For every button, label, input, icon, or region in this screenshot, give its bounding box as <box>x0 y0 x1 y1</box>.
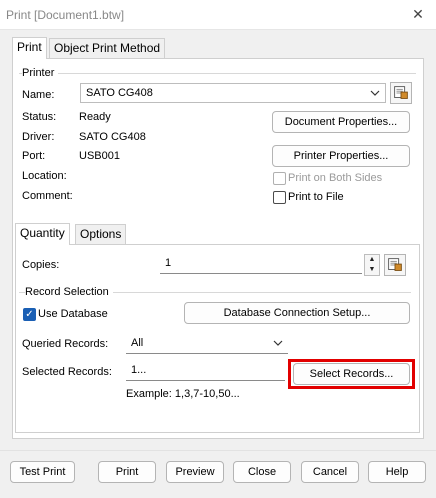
copies-label: Copies: <box>22 259 60 271</box>
test-print-button[interactable]: Test Print <box>10 461 75 483</box>
help-button[interactable]: Help <box>368 461 426 483</box>
tab-object-print-method[interactable]: Object Print Method <box>49 38 166 58</box>
tab-options[interactable]: Options <box>75 224 127 244</box>
printer-settings-icon[interactable] <box>390 82 412 104</box>
database-connection-setup-button[interactable]: Database Connection Setup... <box>184 302 410 324</box>
copies-spinner[interactable]: ▲ ▼ <box>364 254 380 276</box>
select-records-button[interactable]: Select Records... <box>293 363 410 385</box>
cancel-button[interactable]: Cancel <box>301 461 359 483</box>
port-label: Port: <box>22 150 46 162</box>
printer-properties-icon <box>394 86 408 99</box>
selected-records-label: Selected Records: <box>22 366 112 378</box>
spin-down-icon[interactable]: ▼ <box>365 265 379 275</box>
name-label: Name: <box>22 89 55 101</box>
status-label: Status: <box>22 111 57 123</box>
printer-group-title: Printer <box>22 67 59 79</box>
spin-up-icon[interactable]: ▲ <box>365 255 379 265</box>
tab-print[interactable]: Print <box>12 37 47 59</box>
comment-label: Comment: <box>22 190 73 202</box>
printer-group-line <box>19 73 416 74</box>
record-selection-title: Record Selection <box>25 286 113 298</box>
printer-name-select[interactable]: SATO CG408 <box>80 83 386 103</box>
quantity-properties-icon <box>388 258 402 271</box>
queried-records-label: Queried Records: <box>22 338 109 350</box>
driver-value: SATO CG408 <box>79 131 146 143</box>
preview-button[interactable]: Preview <box>166 461 224 483</box>
printer-name-value: SATO CG408 <box>86 87 153 99</box>
close-button[interactable]: Close <box>233 461 291 483</box>
use-database-checkbox[interactable]: ✓ <box>23 308 36 321</box>
selected-records-input[interactable]: 1... <box>126 361 285 381</box>
copies-input[interactable]: 1 <box>160 254 362 274</box>
queried-records-select[interactable]: All <box>126 334 288 354</box>
footer-separator <box>0 450 436 451</box>
example-hint: Example: 1,3,7-10,50... <box>126 388 240 400</box>
port-value: USB001 <box>79 150 120 162</box>
location-label: Location: <box>22 170 67 182</box>
chevron-down-icon <box>370 90 380 96</box>
close-icon[interactable]: ✕ <box>405 3 431 25</box>
use-database-label: Use Database <box>38 308 108 320</box>
driver-label: Driver: <box>22 131 55 143</box>
queried-records-value: All <box>131 337 144 349</box>
print-to-file-checkbox[interactable] <box>273 191 286 204</box>
print-both-sides-checkbox[interactable] <box>273 172 286 185</box>
document-properties-button[interactable]: Document Properties... <box>272 111 410 133</box>
printer-properties-button[interactable]: Printer Properties... <box>272 145 410 167</box>
print-to-file-label: Print to File <box>288 191 344 203</box>
print-both-sides-label: Print on Both Sides <box>288 172 383 184</box>
status-value: Ready <box>79 111 111 123</box>
chevron-down-icon <box>273 340 283 346</box>
copies-settings-icon[interactable] <box>384 254 406 276</box>
print-button[interactable]: Print <box>98 461 156 483</box>
tab-quantity[interactable]: Quantity <box>15 223 70 245</box>
window-title: Print [Document1.btw] <box>6 8 125 22</box>
